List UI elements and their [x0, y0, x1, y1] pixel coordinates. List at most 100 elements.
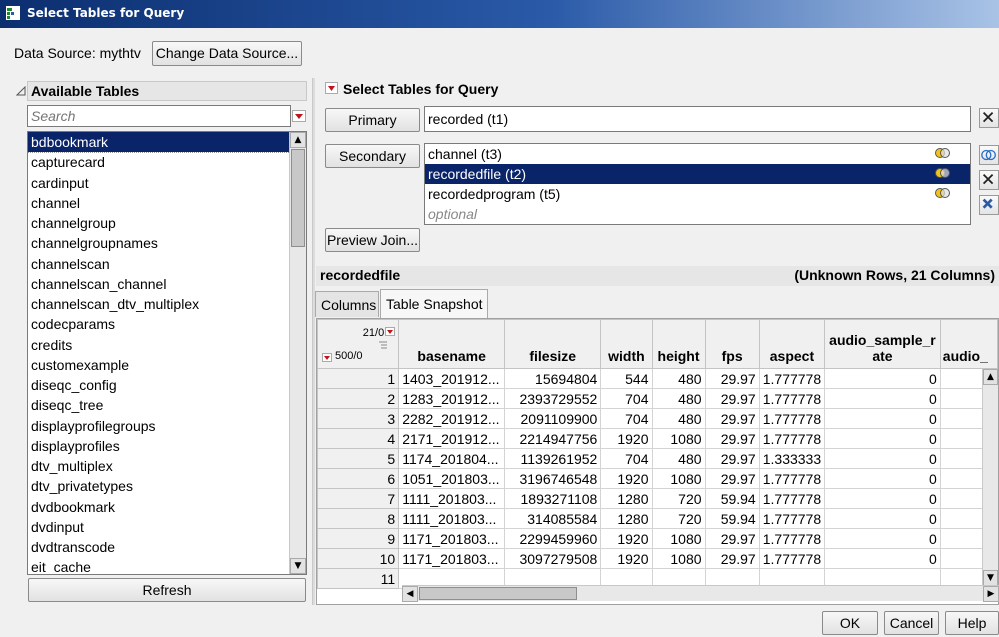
table-cell[interactable]: 704 — [600, 388, 653, 409]
table-cell[interactable]: 29.97 — [704, 468, 760, 489]
scroll-thumb[interactable] — [291, 149, 305, 247]
table-list-item[interactable]: displayprofiles — [28, 436, 306, 456]
refresh-button[interactable]: Refresh — [28, 578, 306, 602]
table-list-item[interactable]: diseqc_config — [28, 375, 306, 395]
table-cell[interactable]: 0 — [824, 488, 941, 509]
table-cell[interactable]: 1.777778 — [758, 468, 826, 489]
table-list-item[interactable]: credits — [28, 335, 306, 355]
snapshot-grid[interactable]: 21/0 500/0 basename filesize width heigh… — [316, 318, 999, 605]
table-list-item[interactable]: dtv_multiplex — [28, 456, 306, 476]
table-cell[interactable]: 29.97 — [704, 428, 760, 449]
preview-join-button[interactable]: Preview Join... — [325, 228, 420, 252]
table-cell[interactable]: 314085584 — [504, 508, 602, 529]
table-cell[interactable]: 1.777778 — [758, 508, 826, 529]
table-cell[interactable]: 0 — [824, 368, 941, 389]
table-list-item[interactable]: dvdbookmark — [28, 497, 306, 517]
table-list-item[interactable]: channelscan — [28, 254, 306, 274]
table-cell[interactable]: 59.94 — [704, 488, 760, 509]
remove-secondary-button[interactable] — [979, 170, 999, 190]
table-cell[interactable]: 1893271108 — [504, 488, 602, 509]
table-cell[interactable]: 704 — [600, 448, 653, 469]
table-row[interactable]: 2 1283_201912... 2393729552 704 480 29.97 1.77… — [317, 388, 998, 409]
table-cell[interactable]: 1080 — [651, 468, 706, 489]
table-cell[interactable]: 1920 — [600, 528, 653, 549]
table-list-item[interactable]: bdbookmark — [28, 132, 306, 154]
scroll-left-arrow-icon[interactable]: ◀ — [402, 586, 418, 602]
table-cell[interactable]: 1139261952 — [504, 448, 602, 469]
table-cell[interactable]: 29.97 — [704, 408, 760, 429]
join-settings-button[interactable] — [979, 145, 999, 165]
table-row[interactable]: 10 1171_201803... 3097279508 1920 1080 29.97 1… — [317, 548, 998, 569]
table-row[interactable]: 8 1111_201803... 314085584 1280 720 59.94 1.77… — [317, 508, 998, 529]
scroll-down-arrow-icon[interactable]: ▼ — [290, 558, 306, 574]
column-menu-dropdown-icon[interactable] — [385, 327, 396, 336]
table-list-item[interactable]: channelscan_channel — [28, 274, 306, 294]
column-header[interactable]: height — [651, 319, 706, 369]
column-header[interactable]: fps — [704, 319, 760, 369]
table-cell[interactable]: 720 — [651, 488, 706, 509]
remove-primary-button[interactable] — [979, 108, 999, 128]
scroll-thumb[interactable] — [419, 587, 577, 600]
primary-table-field[interactable]: recorded (t1) — [424, 106, 971, 132]
join-type-icon[interactable] — [934, 167, 952, 179]
table-list-item[interactable]: dvdtranscode — [28, 537, 306, 557]
table-cell[interactable]: 29.97 — [704, 448, 760, 469]
table-cell[interactable]: 0 — [824, 388, 941, 409]
table-list-item[interactable]: displayprofilegroups — [28, 416, 306, 436]
table-row[interactable]: 1 1403_201912... 15694804 544 480 29.97 1.7777… — [317, 368, 998, 389]
table-row[interactable]: 3 2282_201912... 2091109900 704 480 29.97 1.77… — [317, 408, 998, 429]
column-header[interactable]: audio_ — [939, 319, 998, 369]
help-button[interactable]: Help — [945, 611, 999, 635]
table-cell[interactable]: 1920 — [600, 468, 653, 489]
ok-button[interactable]: OK — [822, 611, 878, 635]
table-cell[interactable]: 1174_201804... — [398, 448, 506, 469]
grid-vertical-scrollbar[interactable]: ▲ ▼ — [982, 369, 998, 586]
table-cell[interactable]: 1080 — [651, 528, 706, 549]
table-cell[interactable]: 2299459960 — [504, 528, 602, 549]
scroll-down-arrow-icon[interactable]: ▼ — [983, 570, 998, 586]
table-cell[interactable]: 0 — [824, 548, 941, 569]
table-cell[interactable]: 29.97 — [704, 388, 760, 409]
table-cell[interactable]: 2214947756 — [504, 428, 602, 449]
table-cell[interactable]: 1920 — [600, 428, 653, 449]
grid-horizontal-scrollbar[interactable]: ◀ ▶ — [402, 585, 999, 602]
scroll-right-arrow-icon[interactable]: ▶ — [983, 586, 999, 602]
table-cell[interactable]: 1.777778 — [758, 528, 826, 549]
column-header[interactable]: basename — [398, 319, 506, 369]
table-cell[interactable]: 1171_201803... — [398, 548, 506, 569]
table-list-item[interactable]: channelgroup — [28, 213, 306, 233]
collapse-triangle-icon[interactable] — [16, 86, 26, 96]
table-cell[interactable]: 0 — [824, 428, 941, 449]
column-header[interactable]: filesize — [504, 319, 602, 369]
tools-button[interactable] — [979, 195, 999, 215]
table-cell[interactable]: 480 — [651, 448, 706, 469]
table-list-item[interactable]: dvdinput — [28, 517, 306, 537]
table-row[interactable]: 4 2171_201912... 2214947756 1920 1080 29.97 1.… — [317, 428, 998, 449]
query-options-dropdown-icon[interactable] — [325, 82, 338, 94]
table-cell[interactable]: 1051_201803... — [398, 468, 506, 489]
cancel-button[interactable]: Cancel — [884, 611, 939, 635]
table-list-item[interactable]: cardinput — [28, 173, 306, 193]
table-cell[interactable]: 1080 — [651, 548, 706, 569]
table-cell[interactable]: 2171_201912... — [398, 428, 506, 449]
table-list-item[interactable]: capturecard — [28, 152, 306, 172]
table-cell[interactable]: 704 — [600, 408, 653, 429]
table-cell[interactable]: 0 — [824, 528, 941, 549]
table-cell[interactable]: 1171_201803... — [398, 528, 506, 549]
table-cell[interactable]: 3196746548 — [504, 468, 602, 489]
table-cell[interactable]: 1280 — [600, 508, 653, 529]
secondary-button[interactable]: Secondary — [325, 144, 420, 168]
table-list-item[interactable]: diseqc_tree — [28, 395, 306, 415]
table-cell[interactable]: 1.777778 — [758, 408, 826, 429]
table-cell[interactable]: 544 — [600, 368, 653, 389]
available-tables-list[interactable]: bdbookmark capturecard cardinput channel cha… — [27, 131, 307, 575]
table-row[interactable]: 9 1171_201803... 2299459960 1920 1080 29.97 1.… — [317, 528, 998, 549]
secondary-tables-list[interactable]: channel (t3) recordedfile (t2) recordedpro… — [424, 143, 971, 225]
pane-splitter[interactable] — [312, 78, 315, 605]
table-row[interactable]: 7 1111_201803... 1893271108 1280 720 59.94 1.7… — [317, 488, 998, 509]
table-cell[interactable]: 1111_201803... — [398, 488, 506, 509]
table-cell[interactable]: 59.94 — [704, 508, 760, 529]
table-cell[interactable]: 480 — [651, 368, 706, 389]
table-cell[interactable]: 0 — [824, 508, 941, 529]
column-header[interactable]: aspect — [758, 319, 826, 369]
